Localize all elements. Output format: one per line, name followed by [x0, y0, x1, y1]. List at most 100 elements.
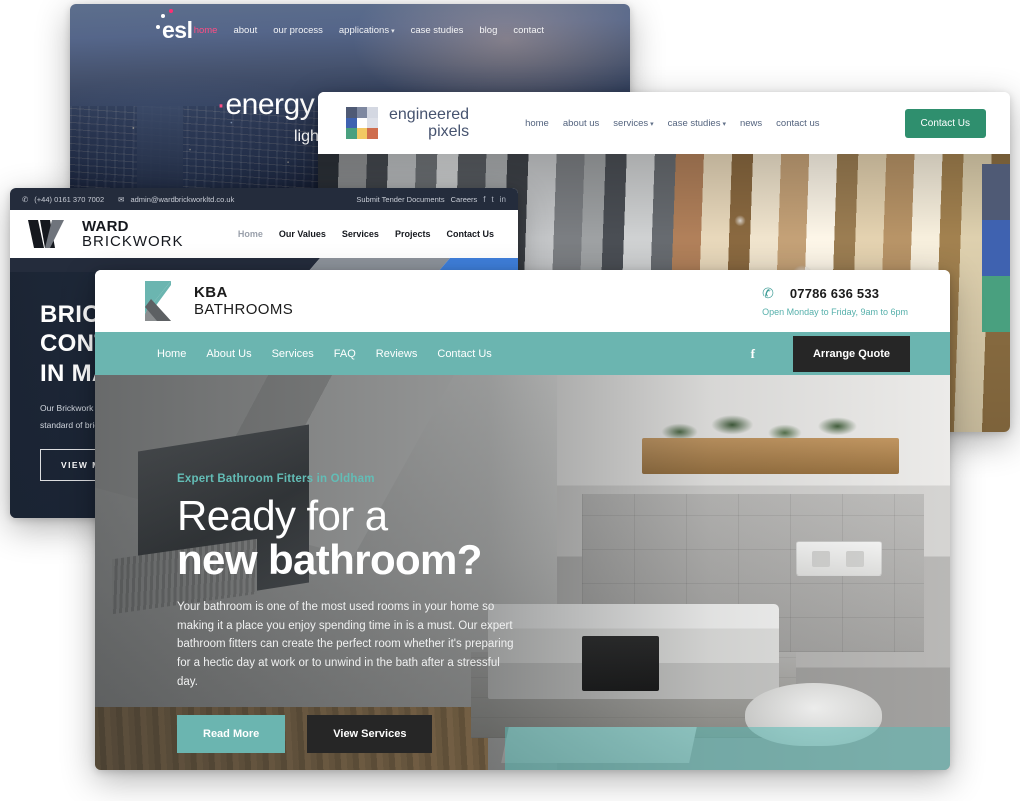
phone-icon: ✆ — [22, 194, 29, 204]
ward-logo-line1: WARD — [82, 218, 129, 235]
ep-nav-case-studies[interactable]: case studies ▾ — [668, 118, 726, 129]
ep-logo-tile-2 — [367, 107, 378, 118]
ep-header: engineered pixels home about us services… — [318, 92, 1010, 154]
twitter-icon[interactable]: t — [492, 195, 494, 204]
mail-icon: ✉ — [118, 194, 125, 204]
kba-nav-home[interactable]: Home — [157, 348, 186, 360]
kba-arrange-quote-button[interactable]: Arrange Quote — [792, 335, 910, 372]
chevron-down-icon: ▾ — [391, 27, 395, 35]
facebook-icon[interactable]: f — [483, 195, 485, 204]
kba-hero-headline: Ready for a new bathroom? — [177, 492, 537, 584]
ep-logo-tile-8 — [367, 128, 378, 139]
kba-phone-number[interactable]: 07786 636 533 — [790, 286, 879, 301]
kba-logo-text: KBA BATHROOMS — [194, 284, 293, 318]
kba-hero: Expert Bathroom Fitters in Oldham Ready … — [95, 375, 950, 770]
ep-side-bar-0 — [982, 164, 1010, 220]
esl-nav-case-studies[interactable]: case studies — [411, 25, 464, 36]
phone-icon: ✆ — [762, 285, 774, 301]
ward-nav-projects[interactable]: Projects — [395, 229, 431, 239]
kba-phone-row[interactable]: ✆ 07786 636 533 — [762, 285, 908, 302]
ward-logo-line2: BRICKWORK — [82, 233, 184, 250]
esl-logo-dot-white-upper — [161, 13, 165, 18]
esl-nav-applications-label: applications — [338, 24, 390, 36]
kba-nav-about-us[interactable]: About Us — [206, 348, 251, 360]
ward-logo-icon[interactable] — [28, 220, 72, 248]
ep-side-color-bars — [982, 164, 1010, 332]
kba-logo-icon[interactable] — [145, 281, 182, 321]
ep-nav-about-us[interactable]: about us — [563, 118, 599, 129]
kba-hero-eyebrow: Expert Bathroom Fitters in Oldham — [177, 473, 375, 485]
esl-logo-text: esl — [162, 16, 193, 43]
ep-logo-tile-6 — [346, 128, 357, 139]
kba-hero-headline-line2: new bathroom? — [177, 536, 482, 584]
facebook-icon[interactable]: f — [751, 346, 755, 362]
ep-nav-home[interactable]: home — [525, 118, 549, 129]
ward-nav-contact-us[interactable]: Contact Us — [446, 229, 494, 239]
ward-topbar: ✆ (+44) 0161 370 7002 ✉ admin@wardbrickw… — [10, 188, 518, 210]
ward-navigation: Home Our Values Services Projects Contac… — [238, 229, 500, 239]
kba-nav-contact-us[interactable]: Contact Us — [437, 348, 491, 360]
esl-logo-dot-white-lower — [156, 24, 160, 29]
kba-opening-hours: Open Monday to Friday, 9am to 6pm — [762, 307, 908, 317]
kba-hero-headline-line1: Ready for a — [177, 492, 388, 539]
chevron-down-icon: ▾ — [722, 120, 726, 128]
ep-navigation: home about us services ▾ case studies ▾ ne… — [525, 118, 819, 129]
esl-nav-home[interactable]: home — [194, 25, 218, 36]
ep-side-bar-1 — [982, 220, 1010, 276]
ep-logo-line2: pixels — [428, 123, 470, 140]
chevron-down-icon: ▾ — [650, 120, 654, 128]
kba-hero-content: Expert Bathroom Fitters in Oldham Ready … — [177, 473, 537, 754]
ep-contact-us-button[interactable]: Contact Us — [904, 108, 986, 138]
ep-nav-services[interactable]: services ▾ — [613, 118, 653, 129]
kba-logo-line2: BATHROOMS — [194, 301, 294, 318]
kba-logo-line1: KBA — [194, 284, 228, 301]
ep-logo-tile-7 — [356, 128, 368, 139]
ep-logo-tile-3 — [346, 117, 357, 129]
esl-nav-applications[interactable]: applications ▾ — [339, 25, 395, 36]
ep-nav-news[interactable]: news — [740, 118, 762, 129]
ep-nav-services-label: services — [613, 117, 649, 129]
kba-navigation-bar: Home About Us Services FAQ Reviews Conta… — [95, 332, 950, 375]
esl-nav-about[interactable]: about — [233, 25, 257, 36]
ward-nav-services[interactable]: Services — [342, 229, 379, 239]
ward-logo-text: WARD BRICKWORK — [82, 219, 184, 249]
ep-side-bar-2 — [982, 276, 1010, 332]
ward-topbar-phone[interactable]: (+44) 0161 370 7002 — [34, 195, 104, 204]
kba-hero-buttons: Read More View Services — [177, 715, 537, 754]
kba-hero-teal-band — [505, 726, 950, 770]
esl-navigation: home about our process applications ▾ cas… — [194, 25, 606, 36]
kba-contact-block: ✆ 07786 636 533 Open Monday to Friday, 9… — [762, 285, 908, 317]
kba-hero-body: Your bathroom is one of the most used ro… — [177, 601, 514, 688]
ep-nav-contact-us[interactable]: contact us — [776, 118, 819, 129]
kba-read-more-button[interactable]: Read More — [177, 715, 286, 754]
esl-header: esl home about our process applications ▾… — [70, 4, 630, 56]
ward-nav-our-values[interactable]: Our Values — [279, 229, 326, 239]
esl-logo-dot-pink — [169, 8, 173, 13]
ep-logo-icon[interactable] — [346, 107, 378, 139]
ep-logo-tile-5 — [367, 117, 378, 129]
kba-header: KBA BATHROOMS ✆ 07786 636 533 Open Monda… — [95, 270, 950, 332]
kba-view-services-button[interactable]: View Services — [307, 715, 433, 754]
ward-header: WARD BRICKWORK Home Our Values Services … — [10, 210, 518, 258]
screenshot-canvas: esl home about our process applications ▾… — [0, 0, 1020, 801]
ep-logo-text: engineered pixels — [389, 106, 469, 140]
ward-topbar-submit-tender[interactable]: Submit Tender Documents — [356, 195, 444, 204]
ep-logo-tile-1 — [356, 107, 368, 118]
ward-topbar-email[interactable]: admin@wardbrickworkltd.co.uk — [130, 195, 234, 204]
esl-nav-blog[interactable]: blog — [479, 25, 497, 36]
esl-hero-headline-dot: · — [216, 88, 226, 121]
ep-nav-case-studies-label: case studies — [667, 117, 721, 129]
ep-logo-tile-0 — [346, 107, 357, 118]
kba-nav-faq[interactable]: FAQ — [334, 348, 356, 360]
kba-nav-reviews[interactable]: Reviews — [376, 348, 418, 360]
kba-nav-services[interactable]: Services — [272, 348, 314, 360]
ep-logo-tile-4 — [356, 117, 368, 129]
linkedin-icon[interactable]: in — [500, 195, 506, 204]
ward-topbar-careers[interactable]: Careers — [451, 195, 478, 204]
esl-nav-our-process[interactable]: our process — [273, 25, 323, 36]
esl-logo[interactable]: esl — [156, 8, 193, 44]
window-kba-bathrooms[interactable]: KBA BATHROOMS ✆ 07786 636 533 Open Monda… — [95, 270, 950, 770]
esl-nav-contact[interactable]: contact — [513, 25, 544, 36]
ep-logo-line1: engineered — [389, 106, 470, 123]
ward-nav-home[interactable]: Home — [238, 229, 263, 239]
